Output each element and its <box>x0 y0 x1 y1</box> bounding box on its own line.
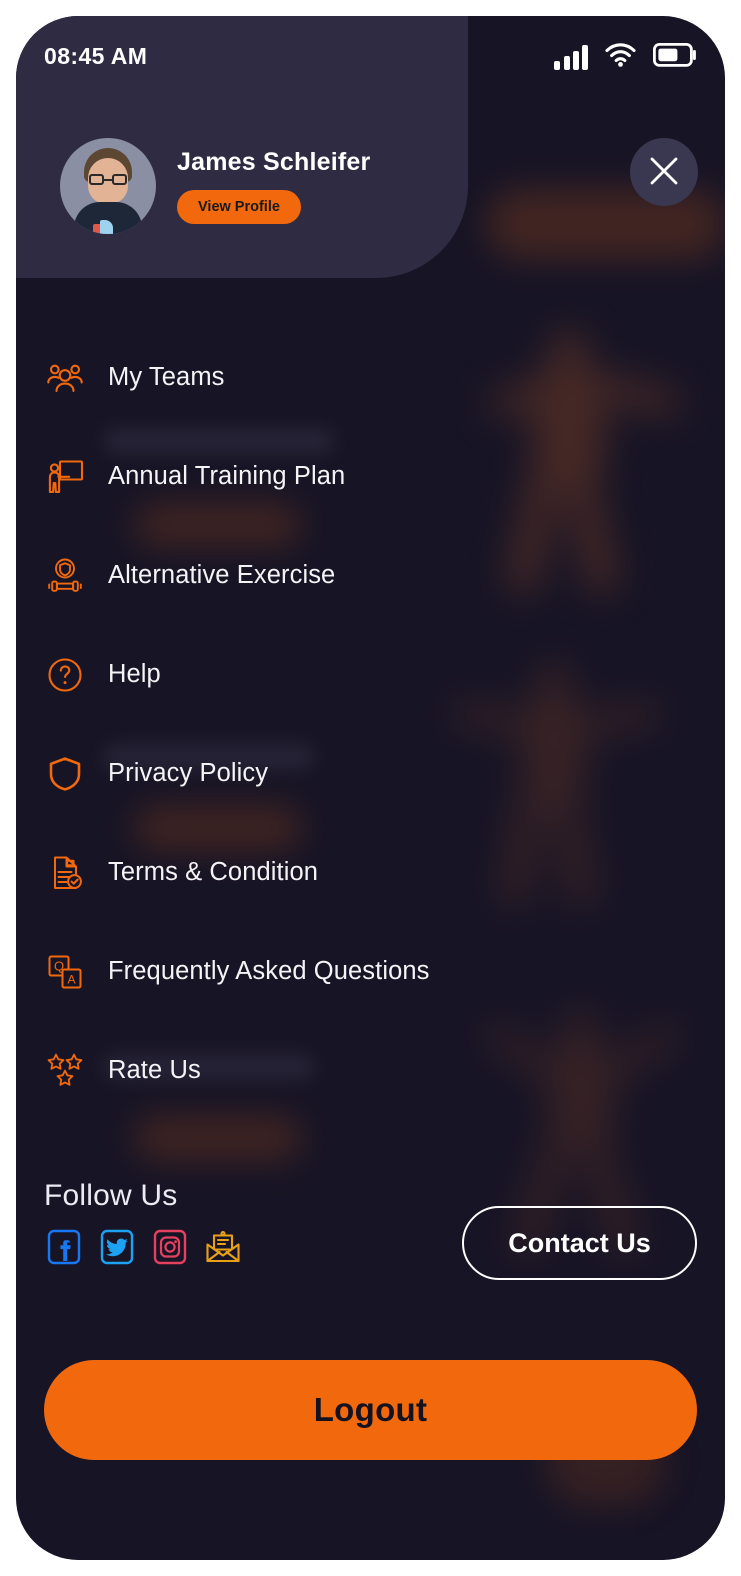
shield-icon <box>44 753 86 795</box>
shield-dumbbell-icon <box>44 555 86 597</box>
close-icon <box>647 154 681 191</box>
close-button[interactable] <box>630 138 698 206</box>
email-icon[interactable] <box>203 1227 243 1267</box>
follow-us-title: Follow Us <box>44 1179 178 1212</box>
question-circle-icon <box>44 654 86 696</box>
svg-text:A: A <box>67 972 75 986</box>
menu-item-help[interactable]: Help <box>16 625 725 724</box>
three-stars-icon <box>44 1050 86 1092</box>
menu-item-label: Rate Us <box>108 1056 201 1084</box>
menu-item-alternative-exercise[interactable]: Alternative Exercise <box>16 526 725 625</box>
menu-item-annual-training-plan[interactable]: Annual Training Plan <box>16 427 725 526</box>
menu-item-my-teams[interactable]: My Teams <box>16 328 725 427</box>
menu-item-label: Annual Training Plan <box>108 462 346 490</box>
twitter-icon[interactable] <box>97 1227 137 1267</box>
menu-item-faq[interactable]: Q A Frequently Asked Questions <box>16 922 725 1021</box>
battery-icon <box>652 42 697 72</box>
wifi-icon <box>605 42 636 72</box>
signal-bars-icon <box>554 44 588 70</box>
menu-item-label: Privacy Policy <box>108 759 269 787</box>
follow-us-section: Follow Us <box>44 1179 243 1267</box>
view-profile-button[interactable]: View Profile <box>177 190 301 224</box>
status-bar-time: 08:45 AM <box>44 43 148 69</box>
menu-item-label: Frequently Asked Questions <box>108 957 430 985</box>
menu-item-label: Help <box>108 660 161 688</box>
contact-us-button[interactable]: Contact Us <box>462 1206 697 1280</box>
menu-item-terms-condition[interactable]: Terms & Condition <box>16 823 725 922</box>
menu-item-label: My Teams <box>108 363 225 391</box>
status-bar-icons <box>554 42 697 72</box>
social-links <box>44 1227 243 1267</box>
avatar[interactable] <box>60 138 156 234</box>
drawer-menu: My Teams Annual Training Plan Alternativ… <box>16 328 725 1120</box>
menu-item-label: Alternative Exercise <box>108 561 336 589</box>
profile-row: James Schleifer View Profile <box>60 138 370 234</box>
logout-button[interactable]: Logout <box>44 1360 697 1460</box>
presenter-board-icon <box>44 456 86 498</box>
instagram-icon[interactable] <box>150 1227 190 1267</box>
app-screen: 08:45 AM James Schleifer View Profile My… <box>16 16 725 1560</box>
phone-frame: 08:45 AM James Schleifer View Profile My… <box>0 0 741 1576</box>
svg-text:Q: Q <box>54 958 64 973</box>
menu-item-label: Terms & Condition <box>108 858 319 886</box>
profile-name: James Schleifer <box>177 148 371 176</box>
document-check-icon <box>44 852 86 894</box>
menu-item-privacy-policy[interactable]: Privacy Policy <box>16 724 725 823</box>
facebook-icon[interactable] <box>44 1227 84 1267</box>
users-group-icon <box>44 357 86 399</box>
qa-blocks-icon: Q A <box>44 951 86 993</box>
menu-item-rate-us[interactable]: Rate Us <box>16 1021 725 1120</box>
